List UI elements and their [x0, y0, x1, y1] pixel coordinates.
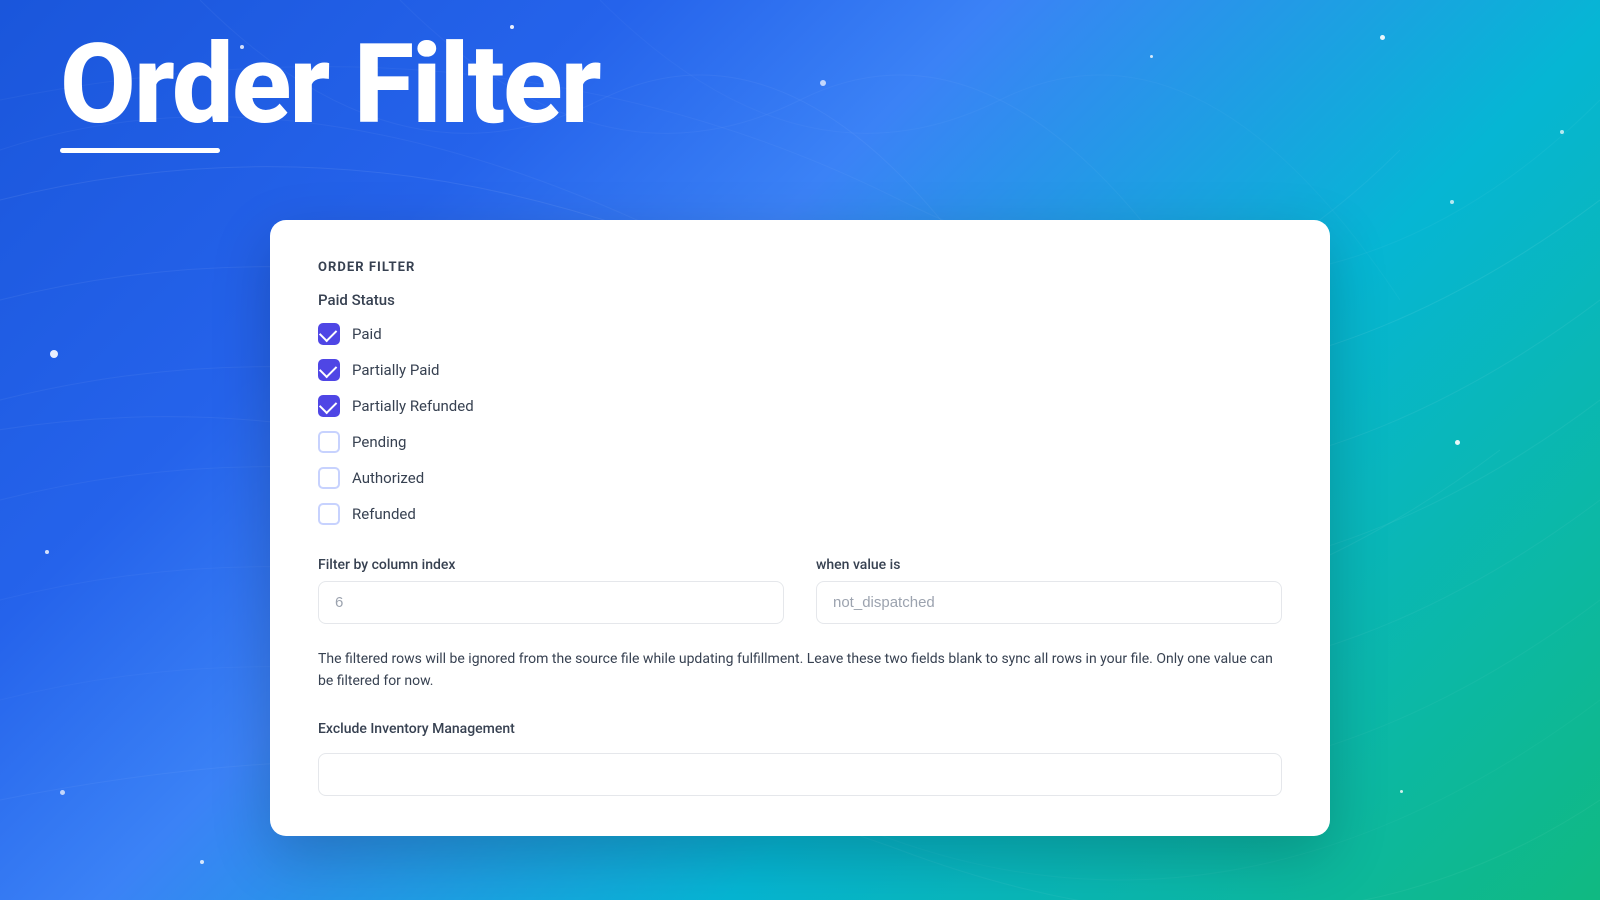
- section-label: ORDER FILTER: [318, 260, 1282, 275]
- exclude-inventory-field: Exclude Inventory Management: [318, 721, 1282, 796]
- column-index-label: Filter by column index: [318, 557, 784, 573]
- when-value-input[interactable]: [816, 581, 1282, 624]
- checkbox-pending-box[interactable]: [318, 431, 340, 453]
- checkbox-partially-paid[interactable]: Partially Paid: [318, 359, 1282, 381]
- checkbox-group: Paid Partially Paid Partially Refunded P…: [318, 323, 1282, 525]
- checkbox-partially-paid-box[interactable]: [318, 359, 340, 381]
- description-text: The filtered rows will be ignored from t…: [318, 648, 1282, 693]
- checkbox-partially-refunded[interactable]: Partially Refunded: [318, 395, 1282, 417]
- exclude-inventory-input[interactable]: [318, 753, 1282, 796]
- checkbox-refunded-box[interactable]: [318, 503, 340, 525]
- paid-status-label: Paid Status: [318, 291, 1282, 309]
- checkbox-pending[interactable]: Pending: [318, 431, 1282, 453]
- when-value-label: when value is: [816, 557, 1282, 573]
- checkbox-authorized-box[interactable]: [318, 467, 340, 489]
- checkbox-authorized[interactable]: Authorized: [318, 467, 1282, 489]
- checkbox-partially-paid-label: Partially Paid: [352, 361, 439, 379]
- header-area: Order Filter: [60, 30, 600, 153]
- exclude-label: Exclude Inventory Management: [318, 721, 1282, 737]
- checkbox-paid-box[interactable]: [318, 323, 340, 345]
- checkbox-authorized-label: Authorized: [352, 469, 424, 487]
- column-index-input[interactable]: [318, 581, 784, 624]
- checkbox-partially-refunded-box[interactable]: [318, 395, 340, 417]
- column-index-field: Filter by column index: [318, 557, 784, 624]
- checkbox-refunded[interactable]: Refunded: [318, 503, 1282, 525]
- checkbox-paid-label: Paid: [352, 325, 382, 343]
- page-title: Order Filter: [60, 30, 600, 140]
- checkbox-pending-label: Pending: [352, 433, 406, 451]
- filter-card: ORDER FILTER Paid Status Paid Partially …: [270, 220, 1330, 836]
- checkbox-refunded-label: Refunded: [352, 505, 416, 523]
- checkbox-paid[interactable]: Paid: [318, 323, 1282, 345]
- when-value-field: when value is: [816, 557, 1282, 624]
- filter-fields-row: Filter by column index when value is: [318, 557, 1282, 624]
- checkbox-partially-refunded-label: Partially Refunded: [352, 397, 474, 415]
